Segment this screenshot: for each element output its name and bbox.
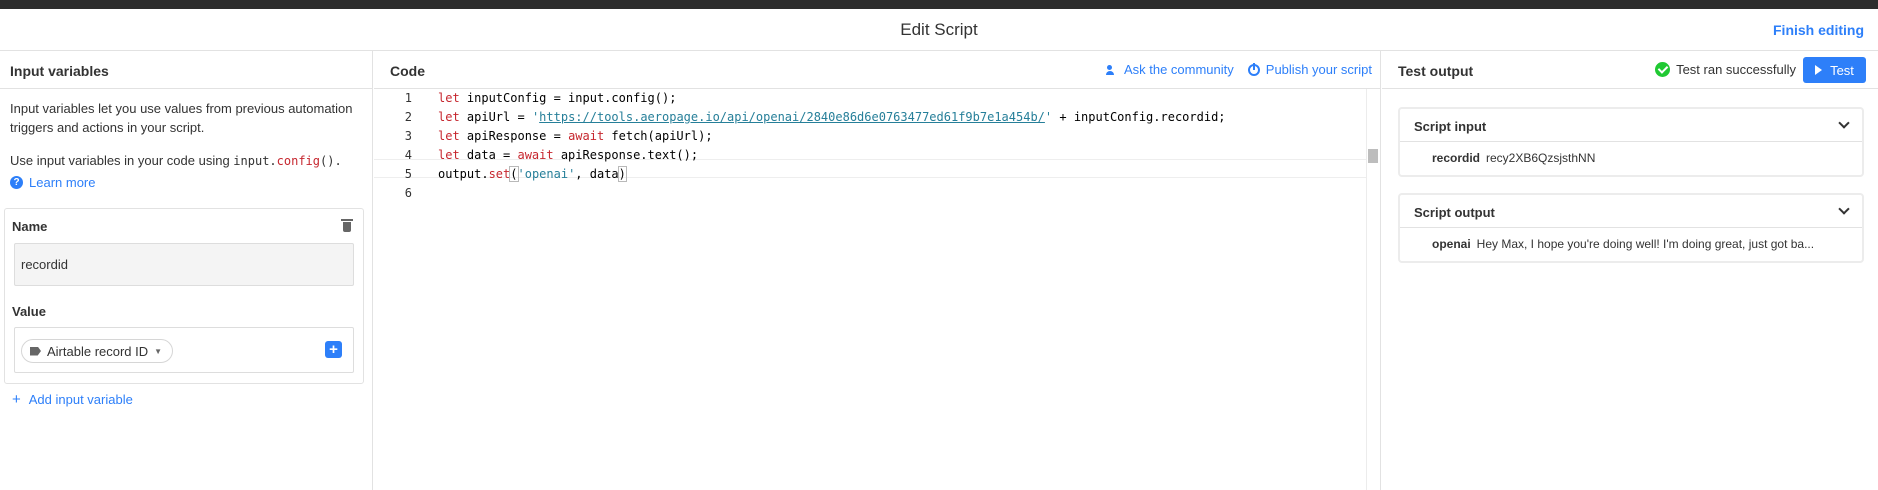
learn-more-label: Learn more [29, 175, 96, 190]
code-editor[interactable]: 1 2 3 4 5 6 let inputConfig = input.conf… [374, 89, 1380, 490]
line-number: 4 [404, 148, 412, 162]
tag-icon [30, 346, 41, 356]
add-input-variable-button[interactable]: + Add input variable [12, 391, 133, 408]
script-output-card: Script output openai Hey Max, I hope you'… [1398, 193, 1864, 263]
code-header: Code Ask the community Publish your scri… [374, 51, 1380, 89]
test-status: Test ran successfully [1655, 62, 1796, 77]
insert-value-button[interactable]: + [325, 341, 342, 358]
code-line-3: let apiResponse = await fetch(apiUrl); [438, 129, 713, 143]
test-button[interactable]: Test [1803, 57, 1866, 83]
page-title: Edit Script [900, 20, 978, 39]
script-output-title: Script output [1414, 205, 1495, 220]
play-icon [1815, 65, 1823, 75]
learn-more-link[interactable]: ? Learn more [10, 175, 95, 190]
code-panel: Code Ask the community Publish your scri… [374, 51, 1381, 490]
add-input-variable-label: Add input variable [28, 392, 133, 407]
input-variables-description: Input variables let you use values from … [10, 101, 353, 135]
line-number: 6 [404, 186, 412, 200]
publish-script-link[interactable]: Publish your script [1247, 62, 1372, 77]
scrollbar-thumb[interactable] [1368, 149, 1378, 163]
script-input-key: recordid [1432, 151, 1481, 165]
value-label: Value [12, 304, 46, 319]
chevron-down-icon [1838, 117, 1850, 129]
caret-down-icon: ▼ [154, 346, 163, 356]
input-variable-card: Name recordid Value Airtable record ID ▼… [4, 208, 364, 384]
input-variables-usage: Use input variables in your code using i… [10, 153, 360, 168]
test-button-label: Test [1830, 62, 1854, 78]
code-url-link[interactable]: https://tools.aeropage.io/api/openai/284… [539, 110, 1045, 124]
chevron-down-icon [1838, 203, 1850, 215]
check-circle-icon [1655, 62, 1671, 77]
test-output-panel: Test output Test ran successfully Test S… [1382, 51, 1878, 490]
test-status-label: Test ran successfully [1676, 62, 1796, 77]
help-icon: ? [10, 176, 23, 189]
input-variables-panel: Input variables Input variables let you … [0, 51, 373, 490]
ask-community-label: Ask the community [1123, 62, 1234, 77]
script-output-value: Hey Max, I hope you're doing well! I'm d… [1476, 237, 1815, 251]
line-number: 1 [404, 91, 412, 105]
people-icon [1105, 64, 1118, 75]
finish-editing-button[interactable]: Finish editing [1773, 22, 1864, 38]
code-line-1: let inputConfig = input.config(); [438, 91, 677, 105]
window-top-strip [0, 0, 1878, 9]
script-output-header[interactable]: Script output [1400, 195, 1862, 228]
value-token-chip[interactable]: Airtable record ID ▼ [21, 339, 174, 363]
variable-value-field: Airtable record ID ▼ + [14, 327, 354, 373]
variable-name-input[interactable]: recordid [14, 243, 354, 286]
plus-icon: + [12, 391, 21, 408]
usage-prefix: Use input variables in your code using [10, 153, 234, 168]
script-input-header[interactable]: Script input [1400, 109, 1862, 142]
test-output-title: Test output [1398, 63, 1474, 79]
editor-header: Edit Script Finish editing [0, 9, 1878, 51]
ask-community-link[interactable]: Ask the community [1105, 62, 1234, 77]
power-icon [1247, 62, 1260, 76]
code-line-5: output.set('openai', data) [438, 166, 627, 182]
script-input-card: Script input recordid recy2XB6QzsjsthNN [1398, 107, 1864, 177]
value-token-label: Airtable record ID [47, 343, 149, 359]
publish-script-label: Publish your script [1265, 62, 1372, 77]
line-number: 3 [404, 129, 412, 143]
name-label: Name [12, 219, 48, 234]
code-line-4: let data = await apiResponse.text(); [438, 148, 699, 162]
line-number-gutter: 1 2 3 4 5 6 [374, 89, 416, 490]
code-actions: Ask the community Publish your script [1105, 62, 1372, 77]
input-variables-header: Input variables [0, 51, 372, 89]
usage-code: input.config(). [233, 154, 342, 168]
trash-icon[interactable] [341, 218, 353, 232]
code-line-2: let apiUrl = 'https://tools.aeropage.io/… [438, 110, 1226, 124]
script-input-title: Script input [1414, 119, 1487, 134]
script-input-value: recy2XB6QzsjsthNN [1486, 151, 1596, 165]
test-output-header: Test output Test ran successfully Test [1382, 51, 1878, 89]
script-output-key: openai [1432, 237, 1471, 251]
line-number: 5 [404, 167, 412, 181]
line-number: 2 [404, 110, 412, 124]
script-output-row: openai Hey Max, I hope you're doing well!… [1400, 228, 1862, 261]
script-input-row: recordid recy2XB6QzsjsthNN [1400, 142, 1862, 175]
code-title: Code [390, 63, 425, 79]
input-variables-title: Input variables [10, 63, 109, 79]
editor-scrollbar[interactable] [1366, 89, 1380, 490]
